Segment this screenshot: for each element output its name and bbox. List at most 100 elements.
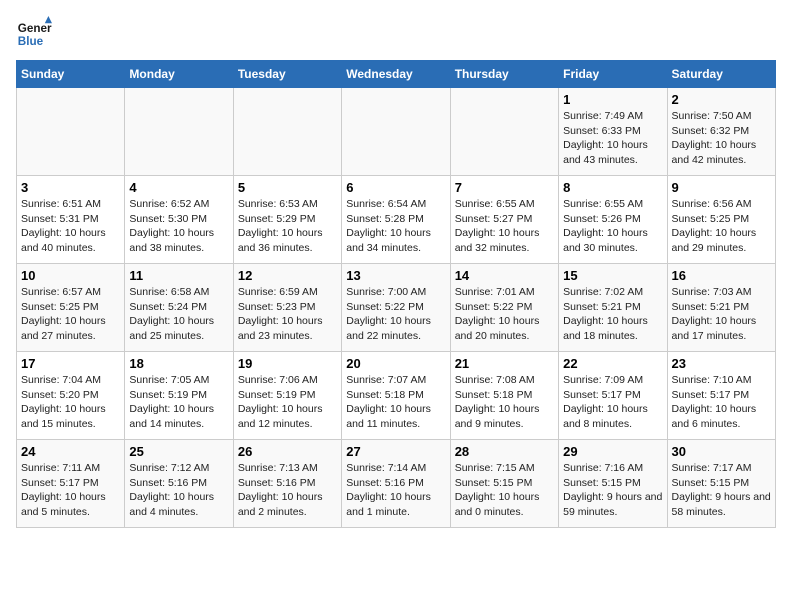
calendar-body: 1 Sunrise: 7:49 AM Sunset: 6:33 PM Daylig…: [17, 88, 776, 528]
calendar-cell: [125, 88, 233, 176]
day-number: 4: [129, 180, 228, 195]
day-number: 16: [672, 268, 771, 283]
calendar-cell: 26 Sunrise: 7:13 AM Sunset: 5:16 PM Dayli…: [233, 440, 341, 528]
calendar-cell: 5 Sunrise: 6:53 AM Sunset: 5:29 PM Daylig…: [233, 176, 341, 264]
logo: General Blue: [16, 16, 52, 52]
calendar-week-5: 24 Sunrise: 7:11 AM Sunset: 5:17 PM Dayli…: [17, 440, 776, 528]
calendar-cell: 16 Sunrise: 7:03 AM Sunset: 5:21 PM Dayli…: [667, 264, 775, 352]
day-number: 23: [672, 356, 771, 371]
day-number: 3: [21, 180, 120, 195]
calendar-cell: 21 Sunrise: 7:08 AM Sunset: 5:18 PM Dayli…: [450, 352, 558, 440]
day-number: 14: [455, 268, 554, 283]
weekday-header-sunday: Sunday: [17, 61, 125, 88]
calendar-week-3: 10 Sunrise: 6:57 AM Sunset: 5:25 PM Dayli…: [17, 264, 776, 352]
day-info: Sunrise: 7:13 AM Sunset: 5:16 PM Dayligh…: [238, 461, 337, 520]
page-header: General Blue: [16, 16, 776, 52]
day-info: Sunrise: 6:52 AM Sunset: 5:30 PM Dayligh…: [129, 197, 228, 256]
day-number: 29: [563, 444, 662, 459]
day-number: 18: [129, 356, 228, 371]
calendar-cell: 9 Sunrise: 6:56 AM Sunset: 5:25 PM Daylig…: [667, 176, 775, 264]
day-info: Sunrise: 7:14 AM Sunset: 5:16 PM Dayligh…: [346, 461, 445, 520]
calendar-cell: 27 Sunrise: 7:14 AM Sunset: 5:16 PM Dayli…: [342, 440, 450, 528]
day-info: Sunrise: 6:56 AM Sunset: 5:25 PM Dayligh…: [672, 197, 771, 256]
calendar-cell: [17, 88, 125, 176]
day-number: 5: [238, 180, 337, 195]
weekday-header-friday: Friday: [559, 61, 667, 88]
calendar-cell: 13 Sunrise: 7:00 AM Sunset: 5:22 PM Dayli…: [342, 264, 450, 352]
day-number: 30: [672, 444, 771, 459]
day-number: 2: [672, 92, 771, 107]
day-number: 9: [672, 180, 771, 195]
day-info: Sunrise: 7:00 AM Sunset: 5:22 PM Dayligh…: [346, 285, 445, 344]
day-info: Sunrise: 7:49 AM Sunset: 6:33 PM Dayligh…: [563, 109, 662, 168]
day-info: Sunrise: 7:04 AM Sunset: 5:20 PM Dayligh…: [21, 373, 120, 432]
weekday-header-saturday: Saturday: [667, 61, 775, 88]
day-number: 19: [238, 356, 337, 371]
svg-text:General: General: [18, 22, 52, 35]
logo-icon: General Blue: [16, 16, 52, 52]
day-info: Sunrise: 7:01 AM Sunset: 5:22 PM Dayligh…: [455, 285, 554, 344]
day-number: 12: [238, 268, 337, 283]
day-info: Sunrise: 7:15 AM Sunset: 5:15 PM Dayligh…: [455, 461, 554, 520]
calendar-cell: 7Sunrise: 6:55 AM Sunset: 5:27 PM Daylig…: [450, 176, 558, 264]
day-info: Sunrise: 6:57 AM Sunset: 5:25 PM Dayligh…: [21, 285, 120, 344]
calendar-cell: 14 Sunrise: 7:01 AM Sunset: 5:22 PM Dayli…: [450, 264, 558, 352]
day-number: 20: [346, 356, 445, 371]
weekday-header-wednesday: Wednesday: [342, 61, 450, 88]
day-info: Sunrise: 7:03 AM Sunset: 5:21 PM Dayligh…: [672, 285, 771, 344]
calendar-cell: [342, 88, 450, 176]
day-info: Sunrise: 7:05 AM Sunset: 5:19 PM Dayligh…: [129, 373, 228, 432]
day-number: 8: [563, 180, 662, 195]
day-info: Sunrise: 7:06 AM Sunset: 5:19 PM Dayligh…: [238, 373, 337, 432]
day-number: 13: [346, 268, 445, 283]
calendar-cell: 28 Sunrise: 7:15 AM Sunset: 5:15 PM Dayli…: [450, 440, 558, 528]
weekday-header-thursday: Thursday: [450, 61, 558, 88]
day-info: Sunrise: 6:51 AM Sunset: 5:31 PM Dayligh…: [21, 197, 120, 256]
day-info: Sunrise: 7:09 AM Sunset: 5:17 PM Dayligh…: [563, 373, 662, 432]
calendar-cell: 8Sunrise: 6:55 AM Sunset: 5:26 PM Daylig…: [559, 176, 667, 264]
day-number: 10: [21, 268, 120, 283]
day-info: Sunrise: 7:11 AM Sunset: 5:17 PM Dayligh…: [21, 461, 120, 520]
day-info: Sunrise: 6:58 AM Sunset: 5:24 PM Dayligh…: [129, 285, 228, 344]
calendar-header: SundayMondayTuesdayWednesdayThursdayFrid…: [17, 61, 776, 88]
calendar-cell: 22 Sunrise: 7:09 AM Sunset: 5:17 PM Dayli…: [559, 352, 667, 440]
calendar-cell: 11 Sunrise: 6:58 AM Sunset: 5:24 PM Dayli…: [125, 264, 233, 352]
day-number: 22: [563, 356, 662, 371]
day-info: Sunrise: 7:07 AM Sunset: 5:18 PM Dayligh…: [346, 373, 445, 432]
day-info: Sunrise: 6:59 AM Sunset: 5:23 PM Dayligh…: [238, 285, 337, 344]
calendar-table: SundayMondayTuesdayWednesdayThursdayFrid…: [16, 60, 776, 528]
calendar-week-2: 3 Sunrise: 6:51 AM Sunset: 5:31 PM Daylig…: [17, 176, 776, 264]
day-number: 15: [563, 268, 662, 283]
calendar-cell: 10 Sunrise: 6:57 AM Sunset: 5:25 PM Dayli…: [17, 264, 125, 352]
day-number: 24: [21, 444, 120, 459]
calendar-cell: 1 Sunrise: 7:49 AM Sunset: 6:33 PM Daylig…: [559, 88, 667, 176]
calendar-week-4: 17Sunrise: 7:04 AM Sunset: 5:20 PM Dayli…: [17, 352, 776, 440]
day-info: Sunrise: 6:53 AM Sunset: 5:29 PM Dayligh…: [238, 197, 337, 256]
day-info: Sunrise: 7:16 AM Sunset: 5:15 PM Dayligh…: [563, 461, 662, 520]
calendar-cell: 24 Sunrise: 7:11 AM Sunset: 5:17 PM Dayli…: [17, 440, 125, 528]
weekday-header-row: SundayMondayTuesdayWednesdayThursdayFrid…: [17, 61, 776, 88]
calendar-cell: 12 Sunrise: 6:59 AM Sunset: 5:23 PM Dayli…: [233, 264, 341, 352]
day-number: 1: [563, 92, 662, 107]
day-info: Sunrise: 7:50 AM Sunset: 6:32 PM Dayligh…: [672, 109, 771, 168]
day-info: Sunrise: 7:08 AM Sunset: 5:18 PM Dayligh…: [455, 373, 554, 432]
calendar-cell: 15 Sunrise: 7:02 AM Sunset: 5:21 PM Dayli…: [559, 264, 667, 352]
calendar-cell: [233, 88, 341, 176]
weekday-header-monday: Monday: [125, 61, 233, 88]
day-number: 28: [455, 444, 554, 459]
calendar-cell: 4 Sunrise: 6:52 AM Sunset: 5:30 PM Daylig…: [125, 176, 233, 264]
day-info: Sunrise: 7:02 AM Sunset: 5:21 PM Dayligh…: [563, 285, 662, 344]
day-info: Sunrise: 7:12 AM Sunset: 5:16 PM Dayligh…: [129, 461, 228, 520]
day-number: 11: [129, 268, 228, 283]
calendar-cell: 23Sunrise: 7:10 AM Sunset: 5:17 PM Dayli…: [667, 352, 775, 440]
day-number: 26: [238, 444, 337, 459]
calendar-cell: 3 Sunrise: 6:51 AM Sunset: 5:31 PM Daylig…: [17, 176, 125, 264]
calendar-cell: 17Sunrise: 7:04 AM Sunset: 5:20 PM Dayli…: [17, 352, 125, 440]
day-number: 21: [455, 356, 554, 371]
calendar-cell: 29 Sunrise: 7:16 AM Sunset: 5:15 PM Dayli…: [559, 440, 667, 528]
calendar-cell: 20 Sunrise: 7:07 AM Sunset: 5:18 PM Dayli…: [342, 352, 450, 440]
day-number: 27: [346, 444, 445, 459]
day-info: Sunrise: 6:54 AM Sunset: 5:28 PM Dayligh…: [346, 197, 445, 256]
calendar-week-1: 1 Sunrise: 7:49 AM Sunset: 6:33 PM Daylig…: [17, 88, 776, 176]
calendar-cell: 18 Sunrise: 7:05 AM Sunset: 5:19 PM Dayli…: [125, 352, 233, 440]
